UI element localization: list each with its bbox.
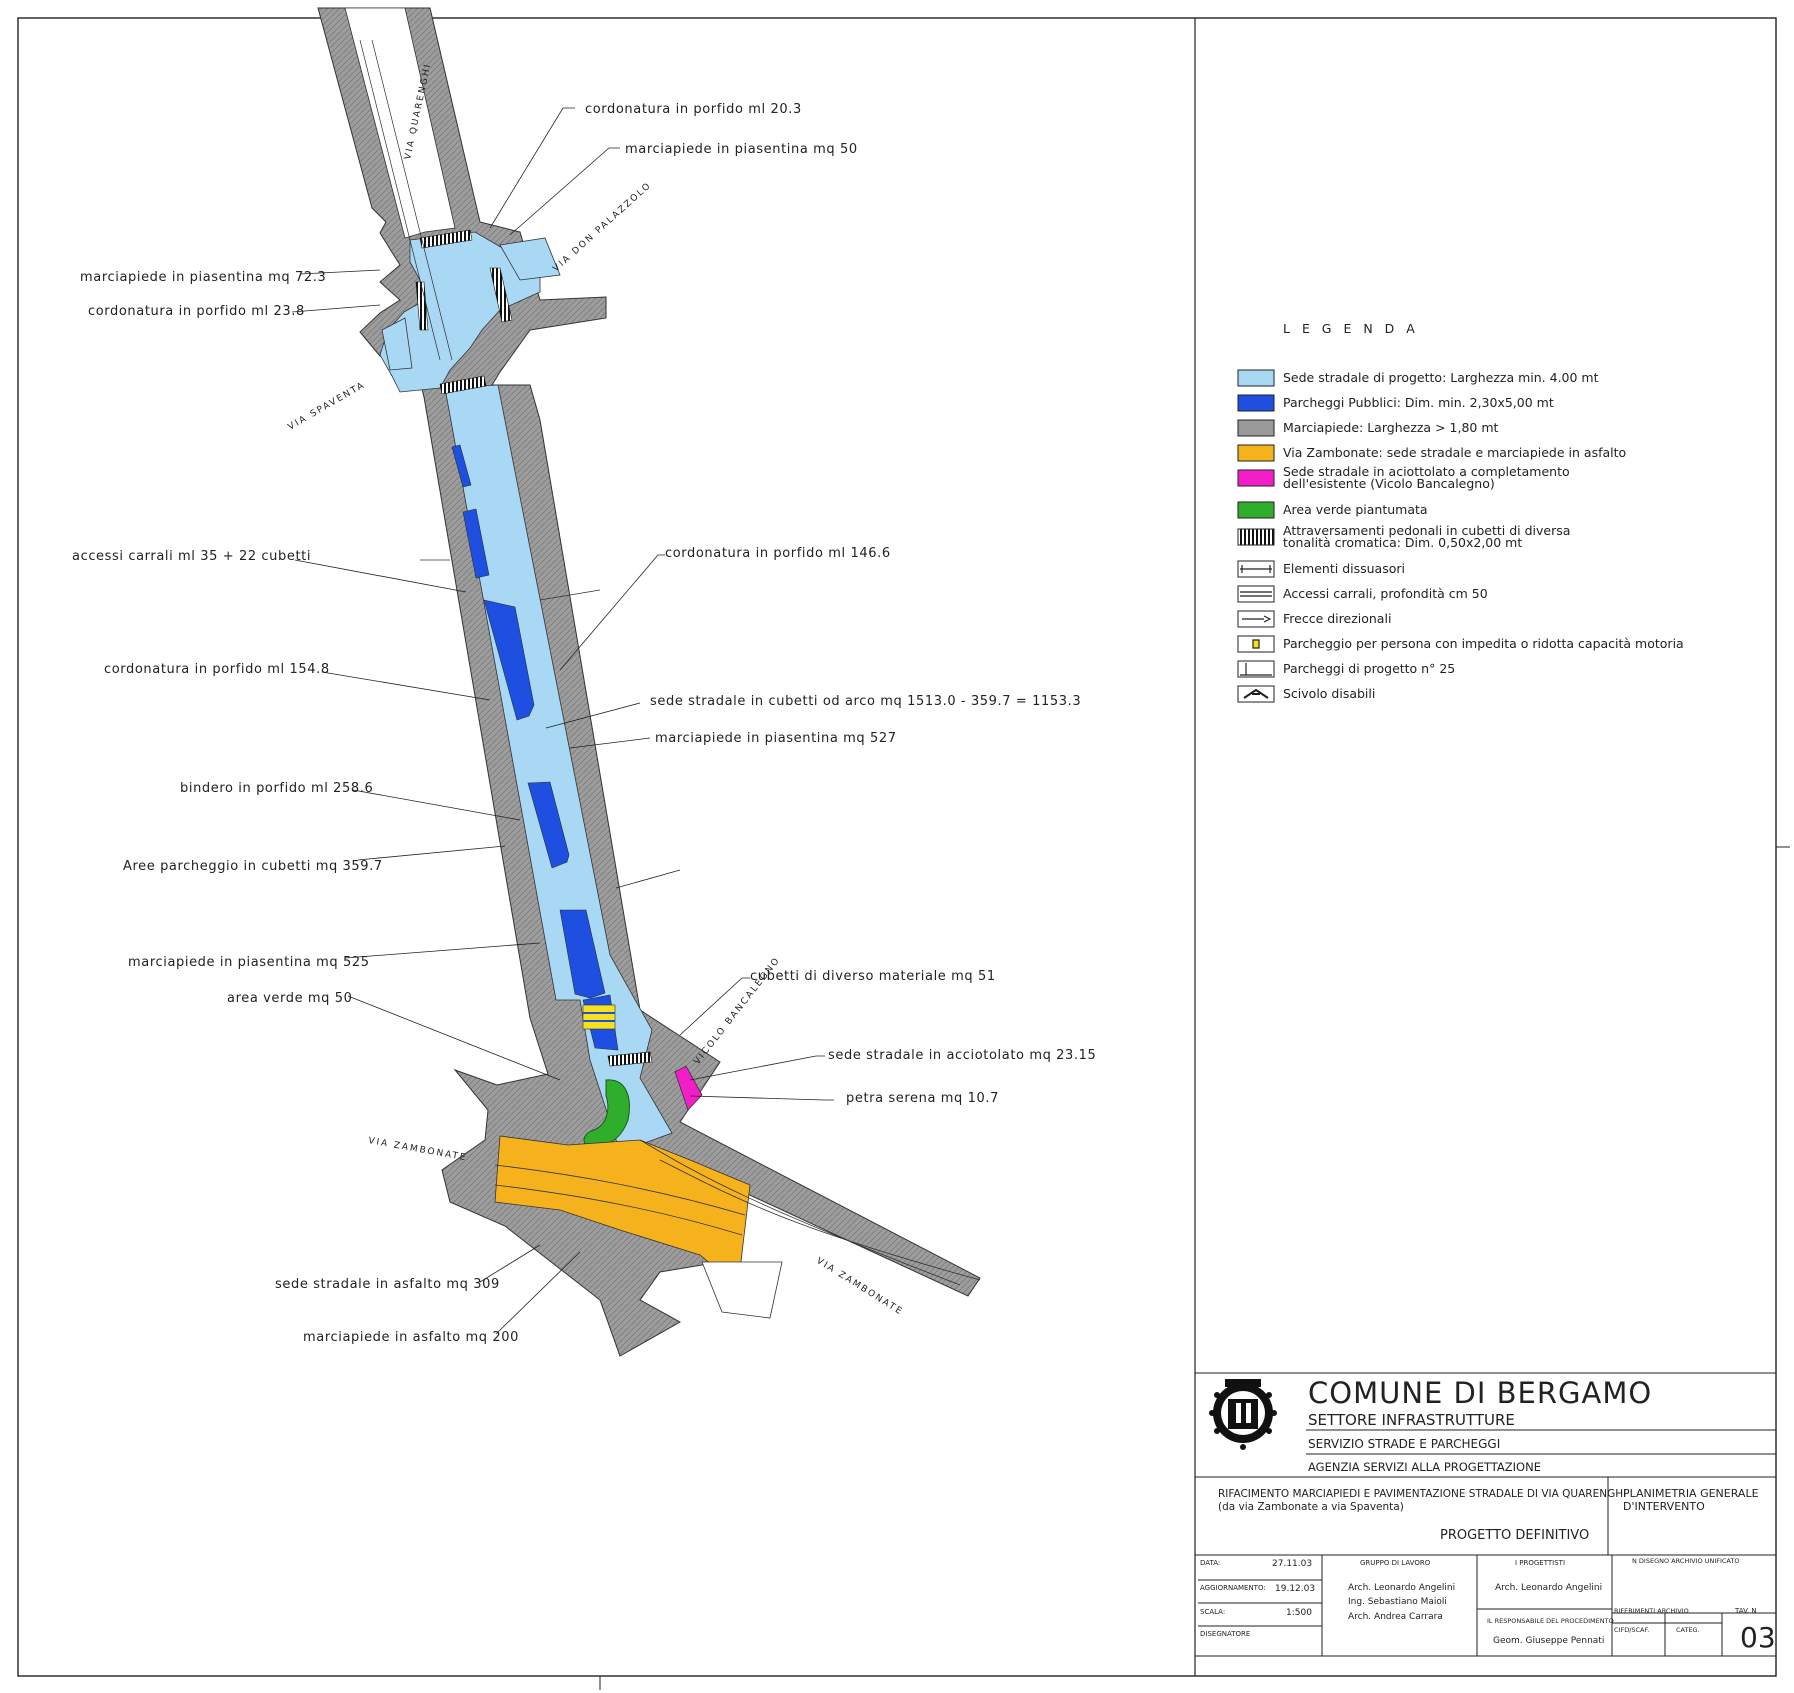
disabled-parking	[582, 1004, 616, 1030]
settore-label: SETTORE INFRASTRUTTURE	[1308, 1411, 1515, 1429]
legend-label: Marciapiede: Larghezza > 1,80 mt	[1283, 420, 1498, 435]
legend-item: Parcheggi di progetto n° 25	[1237, 660, 1455, 678]
legend-swatch	[1237, 528, 1275, 546]
annotation-label: accessi carrali ml 35 + 22 cubetti	[72, 549, 311, 564]
sheet-title-1: PLANIMETRIA GENERALE	[1623, 1487, 1759, 1500]
legend-item: Parcheggi Pubblici: Dim. min. 2,30x5,00 …	[1237, 394, 1554, 412]
legend-item: Sede stradale di progetto: Larghezza min…	[1237, 369, 1599, 387]
cifd-label: CIFD/SCAF.	[1614, 1626, 1649, 1634]
legend-label: Via Zambonate: sede stradale e marciapie…	[1283, 445, 1626, 460]
legend-swatch	[1237, 419, 1275, 437]
designer-name: Arch. Leonardo Angelini	[1495, 1583, 1602, 1593]
legend-swatch	[1237, 501, 1275, 519]
sheet-number-label: TAV. N	[1734, 1607, 1757, 1615]
legend-item: Accessi carrali, profondità cm 50	[1237, 585, 1488, 603]
archive-label: N DISEGNO ARCHIVIO UNIFICATO	[1632, 1557, 1739, 1565]
legend-swatch	[1237, 369, 1275, 387]
agenzia-label: AGENZIA SERVIZI ALLA PROGETTAZIONE	[1308, 1460, 1541, 1474]
servizio-label: SERVIZIO STRADE E PARCHEGGI	[1308, 1437, 1500, 1451]
legend-label-line2: dell'esistente (Vicolo Bancalegno)	[1283, 476, 1495, 491]
annotation-label: area verde mq 50	[227, 991, 353, 1006]
legend-item: Sede stradale in aciottolato a completam…	[1237, 464, 1570, 491]
legend-label: Parcheggio per persona con impedita o ri…	[1283, 636, 1684, 651]
project-title: RIFACIMENTO MARCIAPIEDI E PAVIMENTAZIONE…	[1218, 1488, 1626, 1500]
comune-title: COMUNE DI BERGAMO	[1308, 1376, 1652, 1410]
scale-value: 1:500	[1286, 1608, 1312, 1618]
legend-item: Area verde piantumata	[1237, 501, 1428, 519]
legend: L E G E N D A Sede stradale di progetto:…	[1237, 321, 1684, 703]
sheet-title-2: D'INTERVENTO	[1623, 1500, 1705, 1513]
archive-ref-label: RIFERIMENTI ARCHIVIO	[1614, 1607, 1689, 1615]
legend-label: Parcheggi di progetto n° 25	[1283, 661, 1455, 676]
street-zambonate-1: VIA ZAMBONATE	[367, 1136, 468, 1163]
designers-label: I PROGETTISTI	[1515, 1559, 1565, 1567]
legend-item: Elementi dissuasori	[1237, 560, 1405, 578]
annotation-label: marciapiede in piasentina mq 527	[655, 731, 897, 746]
annotation-label: cordonatura in porfido ml 23.8	[88, 304, 305, 319]
annotation-label: cubetti di diverso materiale mq 51	[750, 969, 996, 984]
manager-label: IL RESPONSABILE DEL PROCEDIMENTO	[1487, 1617, 1614, 1625]
category-label: CATEG.	[1676, 1626, 1700, 1634]
legend-label: Accessi carrali, profondità cm 50	[1283, 586, 1488, 601]
title-block-text: COMUNE DI BERGAMO SETTORE INFRASTRUTTURE…	[1200, 1376, 1776, 1654]
legend-label: Area verde piantumata	[1283, 502, 1428, 517]
annotation-label: cordonatura in porfido ml 154.8	[104, 662, 330, 677]
update-label: AGGIORNAMENTO:	[1200, 1584, 1266, 1592]
street-palazzolo: VIA DON PALAZZOLO	[551, 180, 654, 274]
annotation-label: marciapiede in piasentina mq 525	[128, 955, 370, 970]
date-value: 27.11.03	[1272, 1559, 1312, 1569]
legend-label: Scivolo disabili	[1283, 686, 1375, 701]
annotation-label: Aree parcheggio in cubetti mq 359.7	[123, 859, 383, 874]
legend-swatch	[1237, 444, 1275, 462]
legend-label: Frecce direzionali	[1283, 611, 1391, 626]
annotation-label: marciapiede in piasentina mq 50	[625, 142, 858, 157]
annotation-label: petra serena mq 10.7	[846, 1091, 999, 1106]
annotation-label: sede stradale in acciotolato mq 23.15	[828, 1048, 1096, 1063]
legend-item: Marciapiede: Larghezza > 1,80 mt	[1237, 419, 1498, 437]
legend-label: Sede stradale di progetto: Larghezza min…	[1283, 370, 1599, 385]
date-label: DATA:	[1200, 1559, 1220, 1567]
street-zambonate-2: VIA ZAMBONATE	[814, 1256, 904, 1318]
scale-label: SCALA:	[1200, 1608, 1225, 1616]
annotation-label: cordonatura in porfido ml 20.3	[585, 102, 802, 117]
team-member: Ing. Sebastiano Maioli	[1348, 1597, 1447, 1607]
designer-label: DISEGNATORE	[1200, 1630, 1250, 1638]
legend-label: Elementi dissuasori	[1283, 561, 1405, 576]
annotation-label: marciapiede in piasentina mq 72.3	[80, 270, 326, 285]
legend-title: L E G E N D A	[1283, 321, 1419, 336]
manager-name: Geom. Giuseppe Pennati	[1493, 1636, 1604, 1646]
annotation-label: sede stradale in cubetti od arco mq 1513…	[650, 694, 1081, 709]
legend-item: Scivolo disabili	[1237, 685, 1375, 703]
team-label: GRUPPO DI LAVORO	[1360, 1559, 1431, 1567]
team-member: Arch. Leonardo Angelini	[1348, 1583, 1455, 1593]
city-seal-icon	[1209, 1379, 1277, 1450]
project-phase: PROGETTO DEFINITIVO	[1440, 1528, 1589, 1543]
site-plan: VIA QUARENGHI VIA DON PALAZZOLO VIA SPAV…	[72, 7, 1096, 1357]
legend-item: Frecce direzionali	[1237, 610, 1391, 628]
team-member: Arch. Andrea Carrara	[1348, 1612, 1443, 1622]
legend-swatch	[1237, 585, 1275, 603]
street-spaventa: VIA SPAVENTA	[287, 380, 368, 432]
annotation-label: bindero in porfido ml 258.6	[180, 781, 373, 796]
annotation-label: sede stradale in asfalto mq 309	[275, 1277, 500, 1292]
legend-swatch	[1237, 394, 1275, 412]
sheet-number: 03	[1740, 1621, 1776, 1654]
disabled-icon	[1252, 639, 1260, 649]
annotation-label: marciapiede in asfalto mq 200	[303, 1330, 519, 1345]
annotation-label: cordonatura in porfido ml 146.6	[665, 546, 891, 561]
project-subtitle: (da via Zambonate a via Spaventa)	[1218, 1501, 1404, 1513]
legend-label-line2: tonalità cromatica: Dim. 0,50x2,00 mt	[1283, 535, 1522, 550]
legend-item: Attraversamenti pedonali in cubetti di d…	[1237, 523, 1570, 550]
legend-item: Parcheggio per persona con impedita o ri…	[1237, 635, 1684, 653]
update-value: 19.12.03	[1275, 1584, 1315, 1594]
legend-label: Parcheggi Pubblici: Dim. min. 2,30x5,00 …	[1283, 395, 1554, 410]
legend-item: Via Zambonate: sede stradale e marciapie…	[1237, 444, 1626, 462]
legend-swatch	[1237, 469, 1275, 487]
drawing-sheet: VIA QUARENGHI VIA DON PALAZZOLO VIA SPAV…	[17, 7, 1790, 1690]
